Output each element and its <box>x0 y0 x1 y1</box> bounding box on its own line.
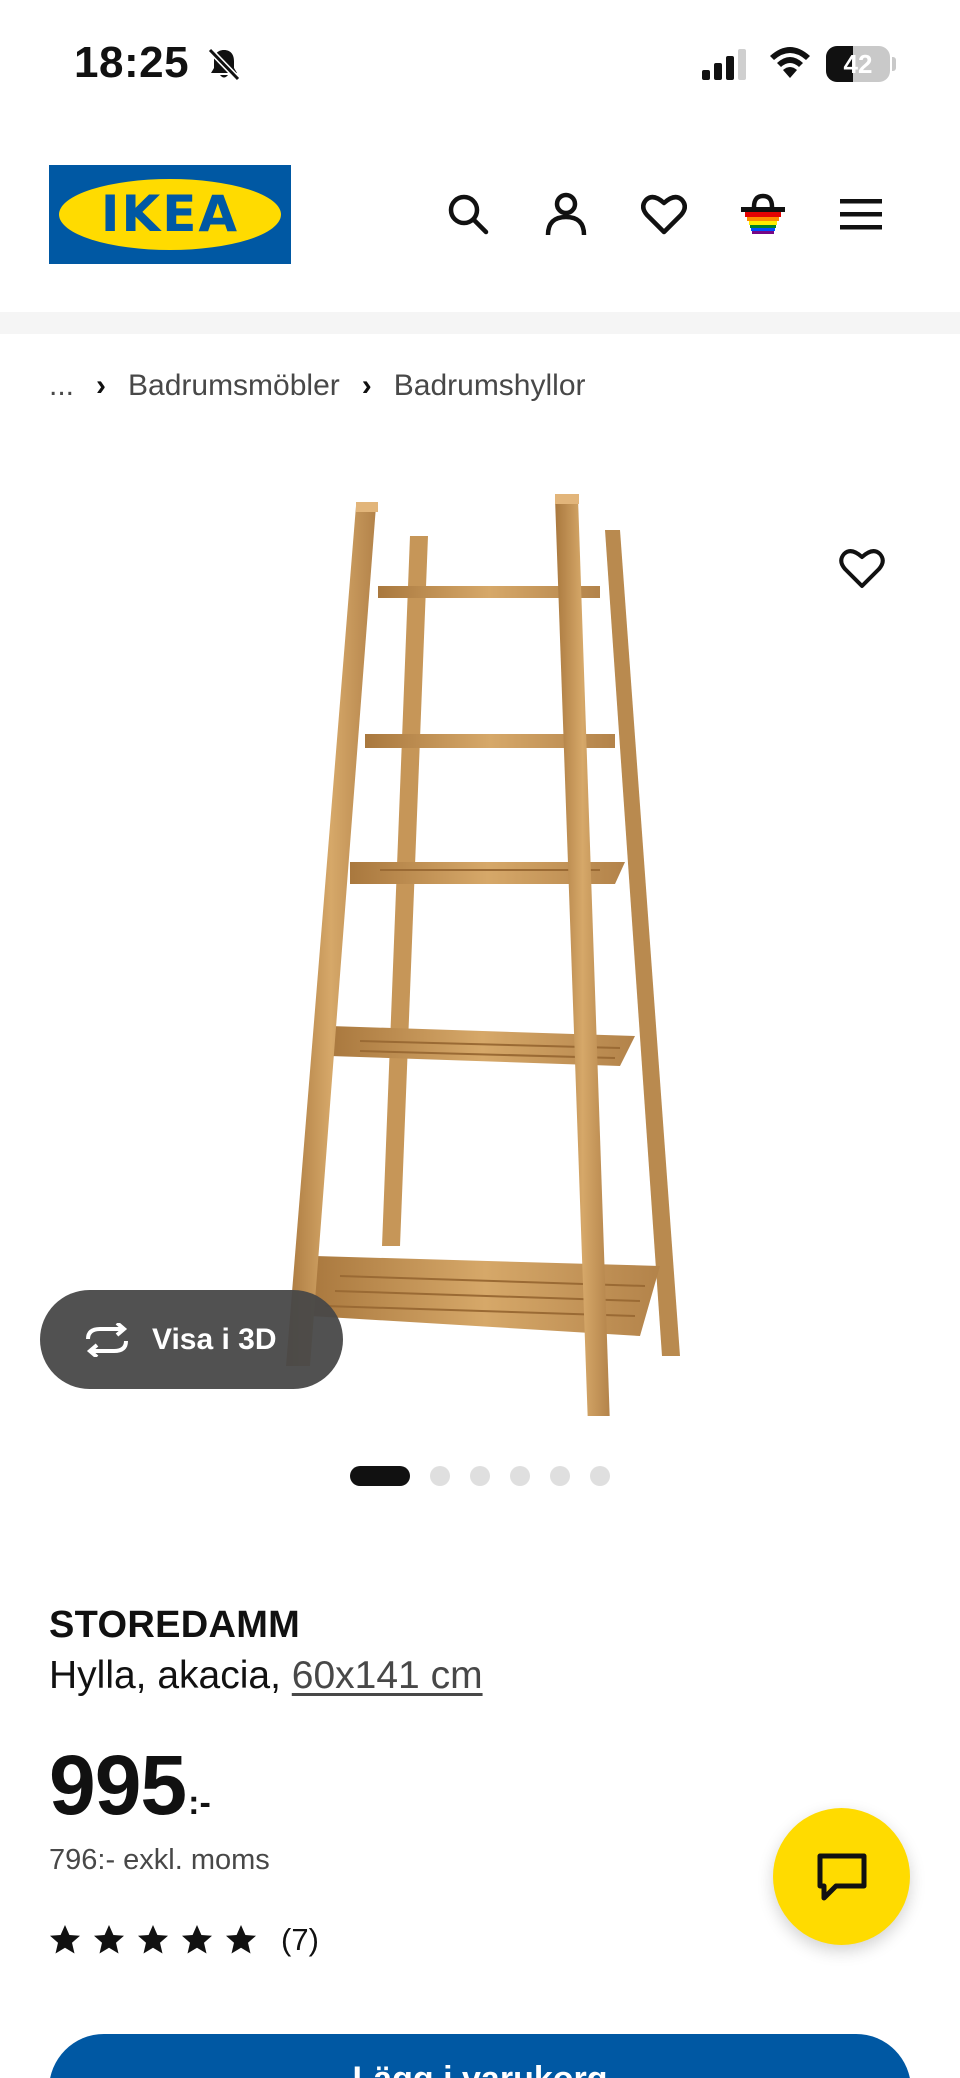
product-gallery[interactable]: Visa i 3D <box>0 456 960 1486</box>
chat-button[interactable] <box>773 1808 910 1945</box>
pagination-dot[interactable] <box>590 1466 610 1486</box>
star-icon <box>94 1925 124 1954</box>
price-suffix: :- <box>188 1784 211 1822</box>
star-icon <box>226 1925 256 1954</box>
chevron-right-icon: › <box>361 369 372 402</box>
breadcrumb-item-badrumsmobler[interactable]: Badrumsmöbler <box>128 369 340 403</box>
ikea-logo[interactable]: IKEA <box>49 165 291 264</box>
rating-count: (7) <box>281 1922 319 1957</box>
pagination-dot[interactable] <box>470 1466 490 1486</box>
bell-slash-icon <box>207 47 241 82</box>
battery-level: 42 <box>843 49 873 79</box>
view-in-3d-button[interactable]: Visa i 3D <box>40 1290 343 1389</box>
product-description: Hylla, akacia, 60x141 cm <box>49 1654 483 1698</box>
gallery-pagination[interactable] <box>0 1464 960 1488</box>
pagination-dot[interactable] <box>550 1466 570 1486</box>
pagination-dot[interactable] <box>430 1466 450 1486</box>
cart-icon[interactable] <box>733 184 793 244</box>
product-price: 995 :- <box>49 1740 211 1830</box>
heart-icon[interactable] <box>634 184 694 244</box>
add-to-cart-button[interactable]: Lägg i varukorg <box>49 2034 911 2078</box>
site-header: IKEA <box>0 120 960 312</box>
pagination-dot[interactable] <box>510 1466 530 1486</box>
product-rating[interactable]: (7) <box>49 1922 319 1958</box>
chevron-right-icon: › <box>96 369 107 402</box>
signal-icon <box>702 49 746 80</box>
battery-icon: 42 <box>826 46 896 82</box>
product-name: STOREDAMM <box>49 1604 301 1646</box>
chat-icon <box>817 1853 866 1900</box>
product-size-link[interactable]: 60x141 cm <box>292 1654 483 1697</box>
price-ex-vat: 796:- exkl. moms <box>49 1844 270 1876</box>
star-icon <box>182 1925 212 1954</box>
account-icon[interactable] <box>536 184 596 244</box>
favorite-heart-icon[interactable] <box>830 536 894 600</box>
breadcrumb: ... › Badrumsmöbler › Badrumshyllor <box>49 366 586 406</box>
rotate-3d-icon <box>86 1322 128 1357</box>
status-time: 18:25 <box>74 38 190 87</box>
star-icon <box>138 1925 168 1954</box>
star-icon <box>50 1925 80 1954</box>
menu-icon[interactable] <box>831 184 891 244</box>
product-type: Hylla, akacia, <box>49 1654 281 1697</box>
pagination-dot-active[interactable] <box>350 1466 410 1486</box>
header-divider <box>0 312 960 334</box>
status-bar: 18:25 42 <box>0 0 960 120</box>
breadcrumb-ellipsis[interactable]: ... <box>49 369 74 403</box>
view-in-3d-label: Visa i 3D <box>152 1322 277 1356</box>
product-image[interactable] <box>270 486 690 1416</box>
search-icon[interactable] <box>438 184 498 244</box>
logo-text: IKEA <box>100 185 240 243</box>
breadcrumb-item-badrumshyllor[interactable]: Badrumshyllor <box>394 369 586 403</box>
price-integer: 995 <box>49 1738 187 1832</box>
wifi-icon <box>770 47 810 78</box>
